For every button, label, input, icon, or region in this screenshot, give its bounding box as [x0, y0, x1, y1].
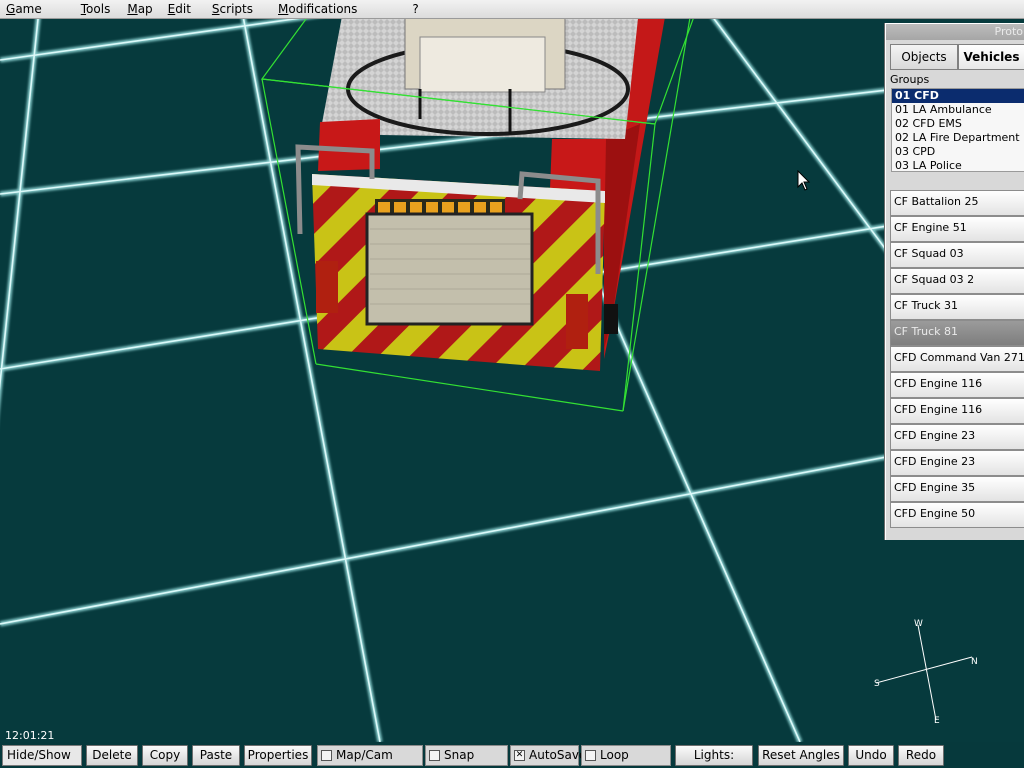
hideshow-button[interactable]: Hide/Show [2, 745, 82, 766]
vehicles-list[interactable]: CF Battalion 25 CF Engine 51 CF Squad 03… [890, 190, 1024, 538]
compass-e: E [934, 716, 940, 726]
groups-list[interactable]: 01 CFD 01 LA Ambulance 02 CFD EMS 02 LA … [891, 88, 1024, 172]
vehicle-item[interactable]: CFD Engine 50 [890, 502, 1024, 528]
vehicle-item[interactable]: CFD Command Van 271 [890, 346, 1024, 372]
prototype-panel: Proto Objects Vehicles Groups 01 CFD 01 … [885, 23, 1024, 540]
compass: W N S E [868, 615, 988, 730]
properties-button[interactable]: Properties [244, 745, 312, 766]
group-item[interactable]: 03 LA Police [892, 159, 1024, 171]
vehicle-item[interactable]: CFD Engine 35 [890, 476, 1024, 502]
menu-scripts[interactable]: Scripts [202, 0, 264, 18]
paste-button[interactable]: Paste [192, 745, 240, 766]
group-item[interactable]: 01 LA Ambulance [892, 103, 1024, 117]
menu-edit[interactable]: Edit [164, 0, 202, 18]
fire-truck-model [295, 19, 665, 371]
group-item[interactable]: 02 LA Fire Department [892, 131, 1024, 145]
checkbox-checked-icon[interactable]: ✕ [514, 750, 525, 761]
autosave-label: AutoSave [529, 748, 587, 762]
snap-angles-label: Snap Angles [444, 748, 484, 768]
group-item[interactable]: 03 CPD [892, 145, 1024, 159]
vehicle-item[interactable]: CF Battalion 25 [890, 190, 1024, 216]
group-item[interactable]: 02 CFD EMS [892, 117, 1024, 131]
group-item[interactable]: 01 CFD [892, 89, 1024, 103]
compass-n: N [971, 657, 978, 667]
vehicle-item[interactable]: CFD Engine 116 [890, 398, 1024, 424]
reset-angles-button[interactable]: Reset Angles [758, 745, 844, 766]
vehicle-item[interactable]: CFD Engine 23 [890, 450, 1024, 476]
loop-particles-label: Loop Particles [600, 748, 651, 768]
vehicle-item[interactable]: CF Engine 51 [890, 216, 1024, 242]
menu-game[interactable]: Game [0, 0, 53, 18]
compass-w: W [914, 619, 923, 629]
mouse-cursor-icon [797, 170, 811, 191]
delete-button[interactable]: Delete [86, 745, 138, 766]
autosave-checkbox[interactable]: ✕ AutoSave [510, 745, 586, 766]
tab-objects[interactable]: Objects [890, 44, 958, 70]
menu-bar: Game Tools Map Edit Scripts Modification… [0, 0, 1024, 19]
compass-s: S [874, 679, 880, 689]
vehicle-item[interactable]: CFD Engine 116 [890, 372, 1024, 398]
vehicle-item[interactable]: CF Squad 03 2 [890, 268, 1024, 294]
tab-vehicles[interactable]: Vehicles [958, 44, 1024, 70]
snap-angles-checkbox[interactable]: Snap Angles [425, 745, 508, 768]
bottom-toolbar: Hide/Show Delete Copy Paste Properties M… [0, 742, 1024, 768]
copy-button[interactable]: Copy [142, 745, 188, 766]
checkbox-box[interactable] [321, 750, 332, 761]
groups-label: Groups [890, 73, 930, 86]
menu-tools[interactable]: Tools [53, 0, 122, 18]
checkbox-box[interactable] [585, 750, 596, 761]
panel-title[interactable]: Proto [886, 24, 1024, 40]
vehicle-item[interactable]: CF Truck 81 [890, 320, 1024, 346]
checkbox-box[interactable] [429, 750, 440, 761]
map-cam-bounds-checkbox[interactable]: Map/Cam bounds [317, 745, 423, 768]
compass-rose-icon [875, 624, 973, 721]
map-cam-bounds-label: Map/Cam bounds [336, 748, 393, 768]
menu-map[interactable]: Map [121, 0, 163, 18]
lights-button[interactable]: Lights: Game [675, 745, 753, 768]
vehicle-item[interactable]: CF Squad 03 [890, 242, 1024, 268]
undo-button[interactable]: Undo [848, 745, 894, 766]
menu-help[interactable]: ? [368, 0, 429, 18]
game-clock: 12:01:21 [5, 729, 55, 742]
vehicle-item[interactable]: CF Truck 31 [890, 294, 1024, 320]
redo-button[interactable]: Redo [898, 745, 944, 766]
vehicle-item[interactable]: CFD Engine 23 [890, 424, 1024, 450]
menu-modifications[interactable]: Modifications [264, 0, 368, 18]
loop-particles-checkbox[interactable]: Loop Particles [581, 745, 671, 768]
